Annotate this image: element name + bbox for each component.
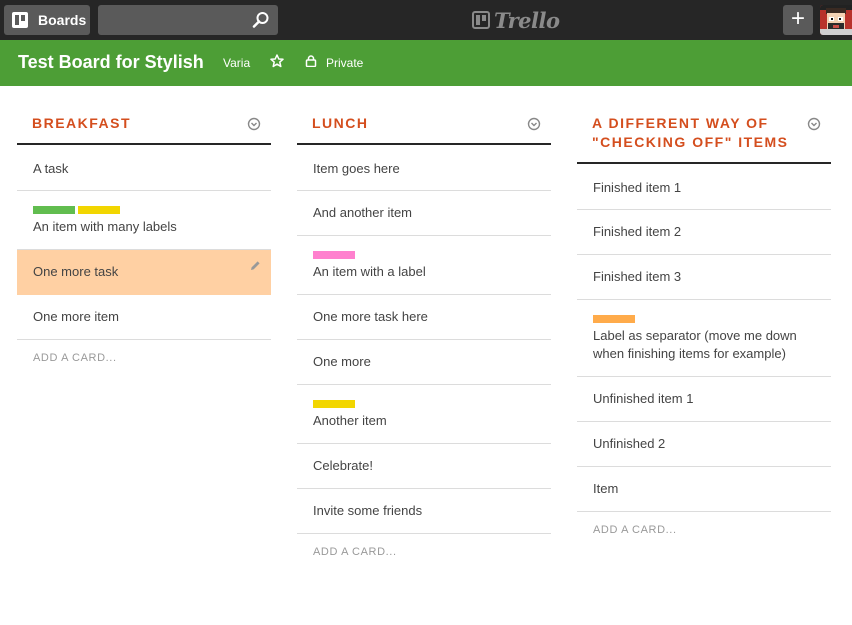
card-title: And another item (313, 205, 413, 220)
add-button[interactable]: + (783, 5, 813, 35)
card-title: Invite some friends (313, 503, 423, 518)
board-title[interactable]: Test Board for Stylish (18, 52, 204, 73)
boards-icon (12, 12, 28, 28)
label-green (33, 206, 75, 214)
lock-icon (305, 55, 317, 67)
list-item[interactable]: Item (577, 467, 831, 512)
card-labels (313, 400, 535, 408)
boards-button[interactable]: Boards (4, 5, 90, 35)
chevron-down-icon[interactable] (247, 117, 261, 131)
trello-logo-text: Trello (494, 7, 560, 33)
trello-logo[interactable]: Trello (472, 7, 560, 33)
add-card-button[interactable]: ADD A CARD... (17, 340, 271, 376)
board-header: Test Board for Stylish Varia Private (0, 40, 852, 86)
search-icon[interactable] (252, 11, 270, 29)
list-item[interactable]: Finished item 2 (577, 210, 831, 255)
card-title: Unfinished 2 (593, 436, 666, 451)
list-item[interactable]: Another item (297, 385, 551, 444)
star-icon[interactable] (270, 54, 284, 68)
board-organization[interactable]: Varia (223, 56, 250, 70)
label-yellow (78, 206, 120, 214)
list-title[interactable]: Breakfast (32, 114, 231, 133)
card-title: An item with many labels (33, 219, 177, 234)
add-card-button[interactable]: ADD A CARD... (297, 534, 551, 570)
list-item[interactable]: Finished item 1 (577, 164, 831, 210)
card-labels (313, 251, 535, 259)
card-title: Celebrate! (313, 458, 373, 473)
card-title: One more task (33, 264, 119, 279)
chevron-down-icon[interactable] (807, 117, 821, 131)
list-item[interactable]: One more task (17, 250, 271, 295)
card-title: Another item (313, 413, 387, 428)
top-header: Boards Trello + (0, 0, 852, 40)
label-orange (593, 315, 635, 323)
list-item[interactable]: Unfinished 2 (577, 422, 831, 467)
card-labels (33, 206, 255, 214)
list-lunch: Lunch Item goes here And another item An… (297, 104, 551, 570)
list-item[interactable]: Label as separator (move me down when fi… (577, 300, 831, 377)
list-header: Breakfast (17, 104, 271, 145)
list-item[interactable]: Celebrate! (297, 444, 551, 489)
list-item[interactable]: Unfinished item 1 (577, 377, 831, 422)
search-input[interactable] (98, 5, 248, 35)
list-item[interactable]: Invite some friends (297, 489, 551, 534)
list-item[interactable]: One more item (17, 295, 271, 340)
label-yellow (313, 400, 355, 408)
trello-logo-icon (472, 11, 490, 29)
add-card-button[interactable]: ADD A CARD... (577, 512, 831, 548)
card-title: Finished item 2 (593, 224, 682, 239)
card-title: One more task here (313, 309, 428, 324)
label-pink (313, 251, 355, 259)
card-title: Label as separator (move me down when fi… (593, 328, 797, 361)
card-title: An item with a label (313, 264, 426, 279)
card-title: One more (313, 354, 371, 369)
list-item[interactable]: One more task here (297, 295, 551, 340)
list-item[interactable]: And another item (297, 191, 551, 236)
search-box[interactable] (98, 5, 278, 35)
list-checking-off: A different way of "checking off" items … (577, 104, 831, 548)
card-title: One more item (33, 309, 119, 324)
list-title[interactable]: Lunch (312, 114, 511, 133)
card-title: A task (33, 161, 69, 176)
avatar-image (820, 5, 852, 35)
card-title: Item (593, 481, 619, 496)
card-title: Finished item 1 (593, 180, 682, 195)
avatar[interactable] (820, 5, 852, 35)
card-title: Finished item 3 (593, 269, 682, 284)
card-title: Item goes here (313, 161, 400, 176)
list-item[interactable]: Finished item 3 (577, 255, 831, 300)
list-title[interactable]: A different way of "checking off" items (592, 114, 791, 152)
chevron-down-icon[interactable] (527, 117, 541, 131)
card-title: Unfinished item 1 (593, 391, 694, 406)
list-item[interactable]: An item with a label (297, 236, 551, 295)
boards-button-label: Boards (38, 12, 87, 28)
list-item[interactable]: One more (297, 340, 551, 385)
list-item[interactable]: A task (17, 145, 271, 191)
card-labels (593, 315, 815, 323)
list-header: A different way of "checking off" items (577, 104, 831, 164)
list-item[interactable]: An item with many labels (17, 191, 271, 250)
list-item[interactable]: Item goes here (297, 145, 551, 191)
list-header: Lunch (297, 104, 551, 145)
pencil-icon[interactable] (249, 260, 261, 272)
board-privacy[interactable]: Private (326, 56, 363, 70)
list-breakfast: Breakfast A task An item with many label… (17, 104, 271, 376)
